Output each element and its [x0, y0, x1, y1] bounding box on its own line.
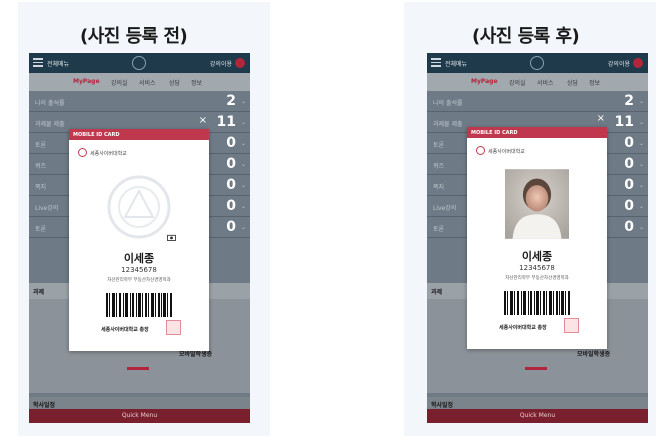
user-label[interactable]: 강의이용 [608, 59, 630, 68]
chevron-down-icon: ⌄ [638, 140, 644, 147]
list-item[interactable]: 나의 출석률 2 ⌄ [29, 91, 250, 112]
nav-service[interactable]: 서비스 [139, 78, 156, 87]
nav-counsel[interactable]: 상담 [567, 78, 578, 87]
university-name: 세종사이버대학교 [488, 149, 525, 155]
schedule-label: 학사일정 [33, 402, 56, 409]
schedule-label: 학사일정 [431, 402, 454, 409]
nav-info[interactable]: 정보 [191, 78, 202, 87]
chevron-down-icon: ⌄ [240, 140, 246, 147]
official-stamp-icon [564, 318, 579, 333]
chevron-down-icon: ⌄ [240, 203, 246, 210]
chevron-down-icon: ⌄ [638, 182, 644, 189]
tab-assignment[interactable]: 과제 [431, 287, 442, 296]
nav-counsel[interactable]: 상담 [169, 78, 180, 87]
all-menu-label[interactable]: 전체메뉴 [47, 59, 69, 68]
chevron-down-icon: ⌄ [240, 224, 246, 231]
all-menu-label[interactable]: 전체메뉴 [445, 59, 467, 68]
chevron-down-icon: ⌄ [240, 119, 246, 126]
chevron-down-icon: ⌄ [638, 224, 644, 231]
barcode [106, 293, 172, 317]
barcode [504, 291, 570, 315]
chevron-down-icon: ⌄ [638, 98, 644, 105]
nav-classroom[interactable]: 강의실 [111, 78, 128, 87]
camera-icon[interactable] [167, 234, 176, 241]
chevron-down-icon: ⌄ [240, 98, 246, 105]
official-stamp-icon [166, 320, 181, 335]
quick-menu-bar[interactable]: Quick Menu [29, 409, 250, 423]
mobile-id-card: MOBILE ID CARD × 세종사이버대학교 이세종 12345678 자… [467, 113, 607, 349]
caption-before: (사진 등록 전) [80, 26, 188, 47]
department: 자산관리학부 부동산자산경영학과 [505, 276, 569, 281]
student-id: 12345678 [519, 264, 555, 272]
nav-info[interactable]: 정보 [589, 78, 600, 87]
chevron-down-icon: ⌄ [240, 161, 246, 168]
tab-assignment[interactable]: 과제 [33, 287, 44, 296]
photo-placeholder-emblem [107, 175, 171, 239]
app-top-bar: 전체메뉴 강의이용 [427, 53, 648, 73]
card-header: MOBILE ID CARD [467, 127, 607, 138]
student-name: 이세종 [123, 252, 155, 265]
user-label[interactable]: 강의이용 [210, 59, 232, 68]
main-nav: MyPage 강의실 서비스 상담 정보 [427, 73, 648, 91]
list-item[interactable]: 나의 출석률 2 ⌄ [427, 91, 648, 112]
carousel-indicator [525, 367, 547, 370]
nav-classroom[interactable]: 강의실 [509, 78, 526, 87]
nav-mypage[interactable]: MyPage [73, 78, 100, 85]
card-header: MOBILE ID CARD [69, 129, 209, 140]
chevron-down-icon: ⌄ [638, 161, 644, 168]
quick-menu-label: Quick Menu [519, 412, 556, 419]
mobile-id-card: MOBILE ID CARD × 세종사이버대학교 이세종 12345678 자… [69, 115, 209, 351]
university-name: 세종사이버대학교 [90, 151, 127, 157]
university-seal-icon [476, 146, 485, 155]
phone-screen-before: 전체메뉴 강의이용 MyPage 강의실 서비스 상담 정보 나의 출석률 2 ⌄ … [29, 53, 250, 423]
caption-after: (사진 등록 후) [472, 26, 580, 47]
university-logo-icon [132, 56, 146, 70]
user-avatar-icon[interactable] [235, 58, 245, 68]
president-signature: 세종사이버대학교 총장 [499, 325, 547, 331]
quick-menu-bar[interactable]: Quick Menu [427, 409, 648, 423]
app-top-bar: 전체메뉴 강의이용 [29, 53, 250, 73]
user-avatar-icon[interactable] [633, 58, 643, 68]
close-icon[interactable]: × [199, 115, 207, 126]
university-seal-icon [78, 148, 87, 157]
hamburger-menu-icon[interactable] [33, 58, 43, 67]
quick-menu-label: Quick Menu [121, 412, 158, 419]
nav-mypage[interactable]: MyPage [471, 78, 498, 85]
chevron-down-icon: ⌄ [240, 182, 246, 189]
phone-screen-after: 전체메뉴 강의이용 MyPage 강의실 서비스 상담 정보 나의 출석률 2 ⌄ … [427, 53, 648, 423]
university-logo-icon [530, 56, 544, 70]
department: 자산관리학부 부동산자산경영학과 [107, 278, 171, 283]
banner-label[interactable]: 모바일학생증 [577, 349, 610, 358]
nav-service[interactable]: 서비스 [537, 78, 554, 87]
main-nav: MyPage 강의실 서비스 상담 정보 [29, 73, 250, 91]
chevron-down-icon: ⌄ [638, 203, 644, 210]
student-id: 12345678 [121, 266, 157, 274]
close-icon[interactable]: × [597, 113, 605, 124]
carousel-indicator [127, 367, 149, 370]
hamburger-menu-icon[interactable] [431, 58, 441, 67]
student-name: 이세종 [521, 250, 553, 263]
student-photo [505, 169, 569, 239]
chevron-down-icon: ⌄ [638, 119, 644, 126]
president-signature: 세종사이버대학교 총장 [101, 327, 149, 333]
